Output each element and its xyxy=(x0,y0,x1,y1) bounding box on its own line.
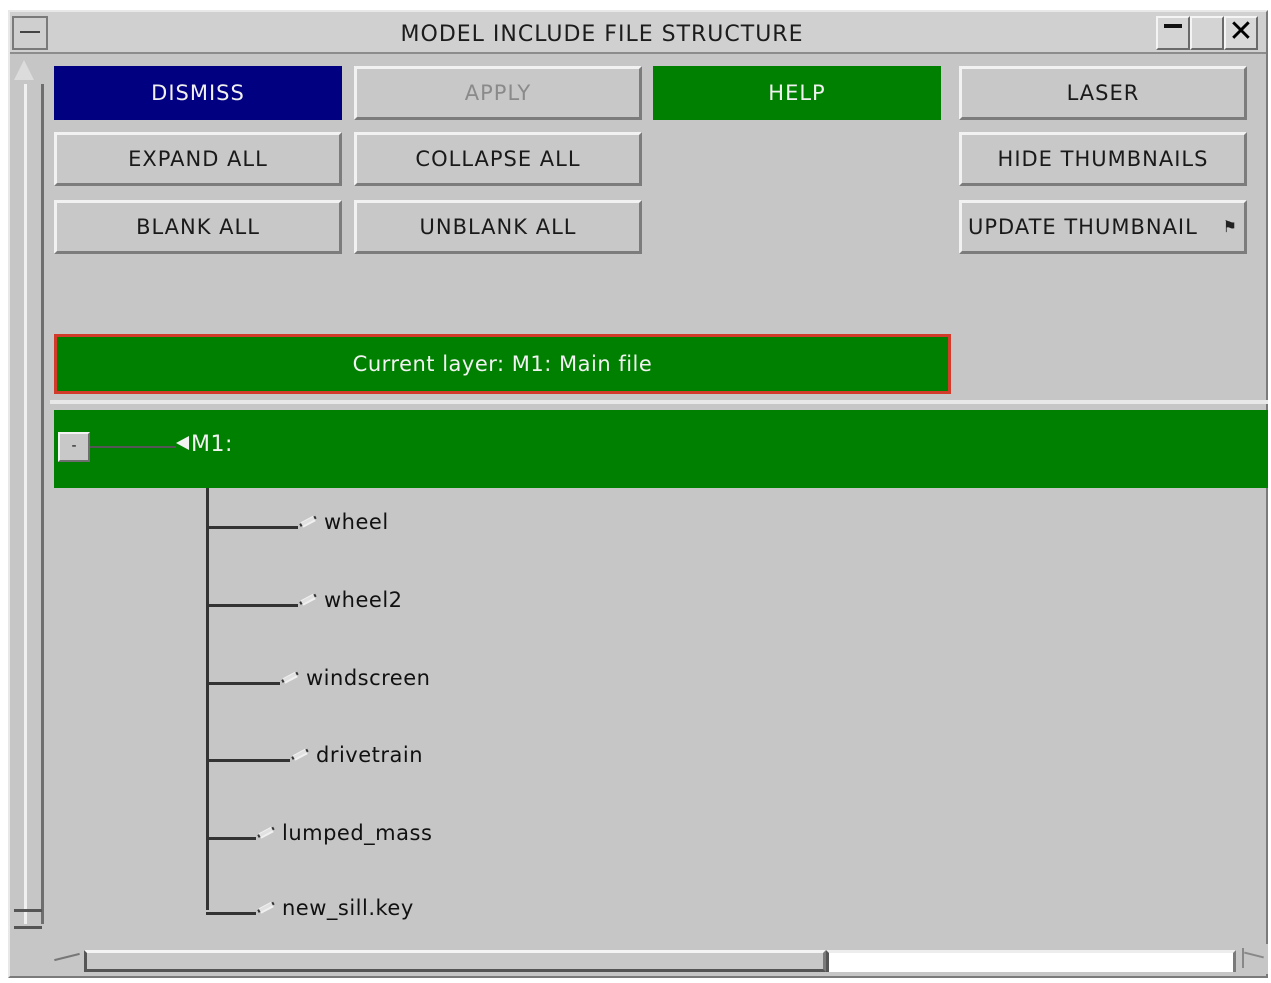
tree-root-node[interactable]: M1: xyxy=(176,432,233,457)
window-title: MODEL INCLUDE FILE STRUCTURE xyxy=(400,22,804,47)
tree-root-row[interactable]: - M1: xyxy=(54,410,1268,488)
tree-branch-line xyxy=(206,526,298,529)
tree-node-label: drivetrain xyxy=(316,743,424,767)
horizontal-scroll-thumb[interactable] xyxy=(84,950,826,972)
horizontal-scroll-track[interactable] xyxy=(826,950,1236,972)
tree-node-label: wheel2 xyxy=(324,588,403,612)
horizontal-scrollbar[interactable] xyxy=(50,944,1268,974)
scroll-up-arrow-icon[interactable] xyxy=(14,60,34,80)
include-file-icon xyxy=(292,747,310,761)
unblank-all-button[interactable]: UNBLANK ALL xyxy=(354,200,642,254)
resize-grip-icon[interactable] xyxy=(14,909,42,929)
apply-button[interactable]: APPLY xyxy=(354,66,642,120)
system-menu-icon[interactable] xyxy=(12,16,48,50)
dismiss-button[interactable]: DISMISS xyxy=(54,66,342,120)
close-icon[interactable]: ✕ xyxy=(1224,16,1258,50)
tree-connector xyxy=(90,446,176,448)
flag-icon: ⚑ xyxy=(1222,217,1238,236)
include-file-icon xyxy=(258,900,276,914)
update-thumbnail-label: UPDATE THUMBNAIL xyxy=(968,215,1198,239)
tree-branch-line xyxy=(206,604,298,607)
expand-all-button[interactable]: EXPAND ALL xyxy=(54,132,342,186)
update-thumbnail-button[interactable]: UPDATE THUMBNAIL ⚑ xyxy=(959,200,1247,254)
collapse-node-button[interactable]: - xyxy=(58,432,90,462)
tree-branch-line xyxy=(206,837,256,840)
hide-thumbnails-button[interactable]: HIDE THUMBNAILS xyxy=(959,132,1247,186)
tree-root-label: M1: xyxy=(191,432,233,457)
include-file-icon xyxy=(282,670,300,684)
minimize-icon[interactable] xyxy=(1156,16,1190,50)
include-file-icon xyxy=(300,592,318,606)
tree-node-label: new_sill.key xyxy=(282,896,414,920)
blank-all-button[interactable]: BLANK ALL xyxy=(54,200,342,254)
tree-branch-line xyxy=(206,759,290,762)
collapse-all-button[interactable]: COLLAPSE ALL xyxy=(354,132,642,186)
title-bar[interactable]: MODEL INCLUDE FILE STRUCTURE ✕ xyxy=(10,12,1266,54)
tree-node-label: lumped_mass xyxy=(282,821,433,845)
current-layer-banner: Current layer: M1: Main file xyxy=(54,334,951,394)
include-file-icon xyxy=(300,514,318,528)
vertical-scrollbar[interactable] xyxy=(10,54,48,944)
scroll-left-arrow-icon[interactable] xyxy=(52,948,82,968)
help-button[interactable]: HELP xyxy=(653,66,941,120)
tree-node-label: windscreen xyxy=(306,666,431,690)
scroll-right-arrow-icon[interactable] xyxy=(1240,948,1266,970)
panel-divider xyxy=(50,400,1268,404)
include-file-icon xyxy=(258,825,276,839)
include-structure-window: MODEL INCLUDE FILE STRUCTURE ✕ DISMISS A… xyxy=(8,10,1268,978)
laser-button[interactable]: LASER xyxy=(959,66,1247,120)
tree-trunk-line xyxy=(206,488,209,910)
maximize-icon[interactable] xyxy=(1190,16,1224,50)
tree-branch-line xyxy=(206,912,256,915)
tree-branch-line xyxy=(206,682,280,685)
tree-node-label: wheel xyxy=(324,510,389,534)
current-layer-arrow-icon xyxy=(176,436,189,450)
vertical-scroll-track[interactable] xyxy=(24,84,44,924)
